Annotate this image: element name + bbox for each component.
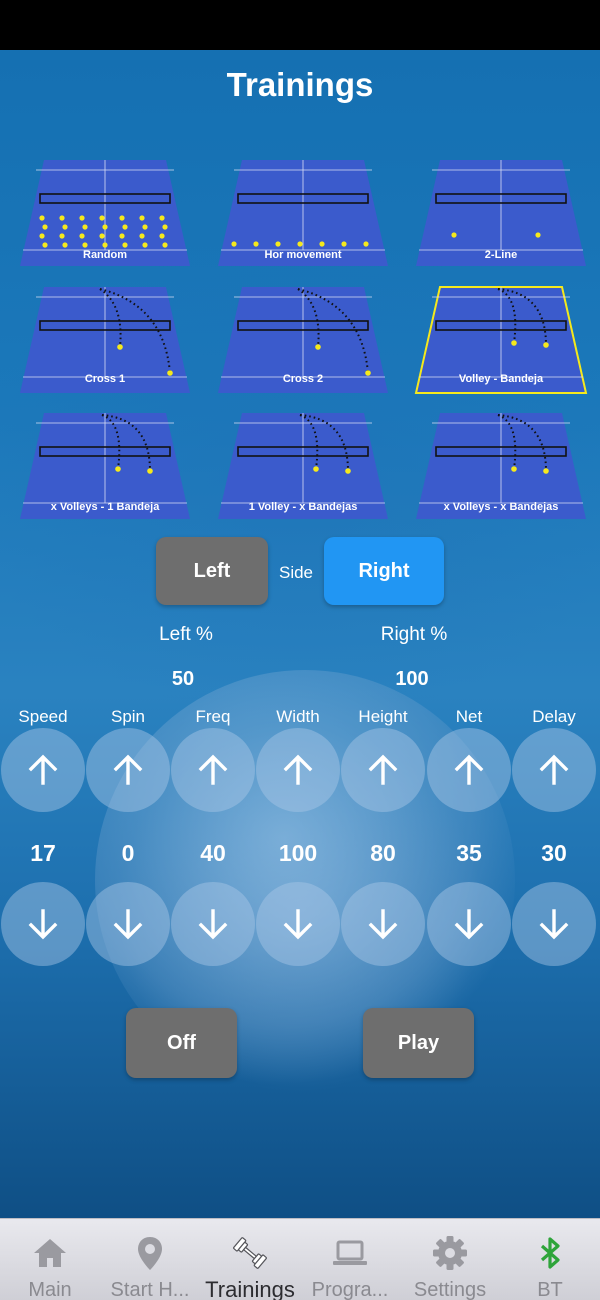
speed-value: 17 (30, 840, 56, 866)
training-card-3[interactable]: 2-Line (410, 158, 592, 270)
off-button[interactable]: Off (126, 1008, 237, 1078)
training-label: Cross 1 (84, 373, 126, 385)
page-title: Trainings (226, 66, 374, 103)
training-card-4[interactable]: Cross 1 (14, 285, 196, 397)
width-label: Width (276, 707, 320, 726)
freq-decrease-button[interactable] (171, 882, 255, 966)
left-percent-value: 50 (171, 668, 195, 690)
training-card-7[interactable]: x Volleys - 1 Bandeja (14, 411, 196, 523)
training-label: Random (83, 249, 127, 261)
training-label: x Volleys - 1 Bandeja (50, 501, 160, 513)
arrow-up-icon (368, 754, 398, 785)
spin-increase-button[interactable] (86, 728, 170, 812)
spin-label: Spin (110, 707, 146, 726)
speed-increase-button[interactable] (1, 728, 85, 812)
home-icon (34, 1239, 66, 1267)
spin-value: 0 (121, 840, 135, 866)
arrow-up-icon (454, 754, 484, 785)
arrow-down-icon (198, 909, 228, 940)
left-side-button[interactable]: Left (156, 537, 268, 605)
training-label: Volley - Bandeja (458, 373, 544, 385)
bluetooth-icon (540, 1237, 560, 1269)
nav-item-start-h[interactable]: Start H... (100, 1219, 200, 1300)
nav-item-settings[interactable]: Settings (400, 1219, 500, 1300)
training-card-2[interactable]: Hor movement (212, 158, 394, 270)
play-button[interactable]: Play (363, 1008, 474, 1078)
left-percent-label: Left % (159, 624, 213, 645)
training-label: x Volleys - x Bandejas (443, 501, 559, 513)
arrow-down-icon (368, 909, 398, 940)
arrow-up-icon (198, 754, 228, 785)
net-increase-button[interactable] (427, 728, 511, 812)
training-card-6[interactable]: Volley - Bandeja (410, 285, 592, 397)
arrow-up-icon (28, 754, 58, 785)
freq-increase-button[interactable] (171, 728, 255, 812)
training-label: 2-Line (484, 249, 518, 261)
training-label: Hor movement (264, 249, 342, 261)
training-label: Cross 2 (282, 373, 324, 385)
dumbbell-icon (233, 1237, 267, 1269)
location-pin-icon (138, 1237, 162, 1270)
arrow-down-icon (539, 909, 569, 940)
speed-label: Speed (18, 707, 68, 726)
delay-decrease-button[interactable] (512, 882, 596, 966)
right-percent-value: 100 (395, 668, 429, 690)
delay-increase-button[interactable] (512, 728, 596, 812)
height-value: 80 (370, 840, 396, 866)
training-card-1[interactable]: Random (14, 158, 196, 270)
speed-decrease-button[interactable] (1, 882, 85, 966)
bottom-navigation: Main Start H... Trainings Progra... Sett… (0, 1218, 600, 1300)
delay-label: Delay (532, 707, 576, 726)
freq-label: Freq (195, 707, 231, 726)
nav-item-bt[interactable]: BT (500, 1219, 600, 1300)
arrow-up-icon (283, 754, 313, 785)
status-bar (0, 0, 600, 50)
arrow-down-icon (283, 909, 313, 940)
right-percent-label: Right % (380, 624, 448, 645)
right-side-button[interactable]: Right (324, 537, 444, 605)
arrow-down-icon (454, 909, 484, 940)
height-label: Height (358, 707, 408, 726)
spin-decrease-button[interactable] (86, 882, 170, 966)
arrow-down-icon (28, 909, 58, 940)
laptop-icon (333, 1240, 367, 1265)
height-decrease-button[interactable] (341, 882, 425, 966)
net-decrease-button[interactable] (427, 882, 511, 966)
width-value: 100 (278, 840, 318, 866)
net-label: Net (455, 707, 483, 726)
nav-item-programs[interactable]: Progra... (300, 1219, 400, 1300)
arrow-up-icon (539, 754, 569, 785)
arrow-up-icon (113, 754, 143, 785)
training-card-5[interactable]: Cross 2 (212, 285, 394, 397)
nav-item-trainings[interactable]: Trainings (200, 1219, 300, 1300)
freq-value: 40 (200, 840, 226, 866)
side-label: Side (278, 563, 314, 582)
width-increase-button[interactable] (256, 728, 340, 812)
height-increase-button[interactable] (341, 728, 425, 812)
training-label: 1 Volley - x Bandejas (248, 501, 358, 513)
width-decrease-button[interactable] (256, 882, 340, 966)
arrow-down-icon (113, 909, 143, 940)
net-value: 35 (456, 840, 482, 866)
gear-icon (433, 1236, 467, 1270)
training-card-9[interactable]: x Volleys - x Bandejas (410, 411, 592, 523)
delay-value: 30 (541, 840, 567, 866)
nav-item-main[interactable]: Main (0, 1219, 100, 1300)
nav-label-bt: BT (537, 1279, 563, 1300)
training-card-8[interactable]: 1 Volley - x Bandejas (212, 411, 394, 523)
